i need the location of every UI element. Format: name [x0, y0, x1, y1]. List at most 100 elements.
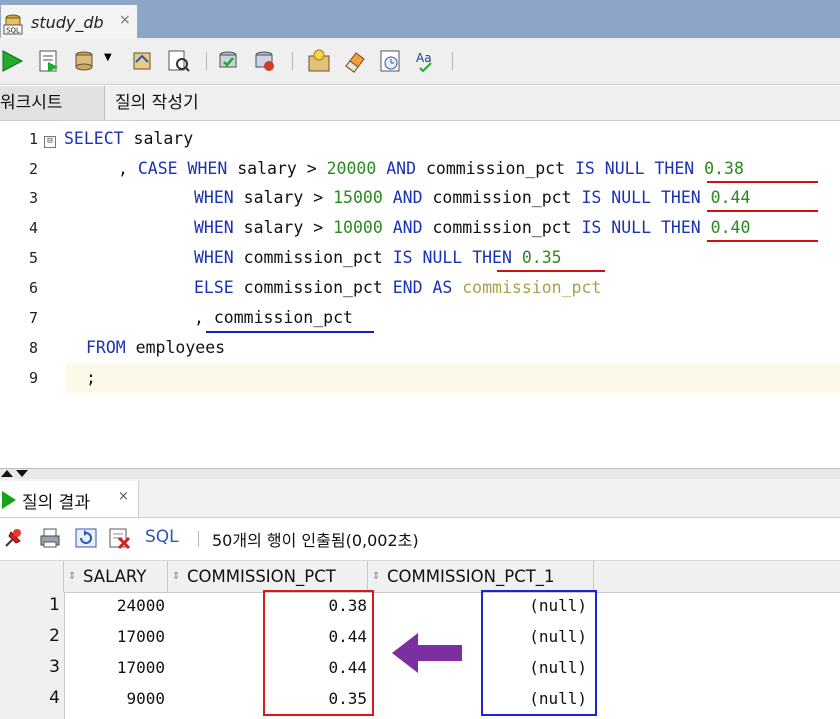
- line-number: 8: [28, 339, 38, 357]
- code-token: IS NULL: [575, 159, 645, 178]
- code-token: , commission_pct: [194, 308, 353, 327]
- close-tab-icon[interactable]: ×: [119, 12, 131, 28]
- delete-icon[interactable]: [108, 526, 132, 550]
- clear-eraser-icon[interactable]: [342, 48, 368, 74]
- code-token: 10000: [333, 218, 383, 237]
- print-icon[interactable]: [38, 526, 62, 550]
- column-header-salary[interactable]: ⇕ SALARY: [64, 561, 168, 592]
- table-row[interactable]: 1 24000 0.38 (null): [0, 590, 840, 621]
- line-number: 2: [28, 160, 38, 178]
- code-line-5: WHEN commission_pct IS NULL THEN 0.35: [194, 248, 562, 267]
- refresh-icon[interactable]: [74, 526, 98, 550]
- code-token: 0.38: [704, 159, 744, 178]
- column-header-commission-pct-1[interactable]: ⇕ COMMISSION_PCT_1: [368, 561, 594, 592]
- tab-worksheet[interactable]: 워크시트: [0, 86, 105, 120]
- pin-icon[interactable]: [2, 526, 26, 550]
- code-token: END AS: [392, 278, 453, 297]
- tab-query-result[interactable]: 질의 결과 ×: [0, 481, 139, 517]
- cell-salary[interactable]: 24000: [64, 590, 165, 621]
- sql-badge-label: SQL: [6, 27, 20, 35]
- code-token: commission_pct: [462, 278, 602, 297]
- tab-query-builder[interactable]: 질의 작성기: [115, 86, 199, 120]
- sql-tuning-icon[interactable]: [252, 48, 278, 74]
- format-text-icon[interactable]: Aa: [414, 48, 440, 74]
- rollback-icon[interactable]: [130, 48, 156, 74]
- code-token: FROM: [86, 338, 126, 357]
- code-token: THEN: [654, 159, 695, 178]
- explain-plan-icon[interactable]: [166, 48, 192, 74]
- code-token: commission_pct: [233, 248, 393, 267]
- toolbar-separator: [292, 52, 293, 70]
- autotrace-icon[interactable]: [216, 48, 242, 74]
- toolbar-separator: [206, 52, 207, 70]
- column-header-commission-pct[interactable]: ⇕ COMMISSION_PCT: [168, 561, 368, 592]
- red-underline: [497, 270, 605, 272]
- unshared-sql-icon[interactable]: [306, 48, 332, 74]
- cell-salary[interactable]: 9000: [64, 683, 165, 714]
- splitter-arrows-icon[interactable]: [0, 468, 30, 478]
- commit-dropdown-icon[interactable]: ▼: [104, 52, 116, 78]
- results-tab-bar: 질의 결과 ×: [0, 479, 840, 518]
- row-number: 1: [49, 595, 60, 615]
- code-token: AND: [392, 188, 423, 207]
- worksheet-tab-study-db[interactable]: SQL study_db ×: [0, 4, 138, 38]
- code-token: 15000: [333, 188, 383, 207]
- code-token: SELECT: [64, 129, 124, 148]
- code-token: salary >: [227, 159, 327, 178]
- sql-editor[interactable]: 1 2 3 4 5 6 7 8 9 ⊟ SELECT salary , CASE…: [0, 122, 840, 468]
- code-token: ELSE: [194, 278, 234, 297]
- history-icon[interactable]: [378, 48, 404, 74]
- code-token: ;: [86, 368, 96, 387]
- line-number: 7: [28, 309, 38, 327]
- code-line-9: ;: [86, 368, 96, 387]
- results-grid-header: ⇕ SALARY ⇕ COMMISSION_PCT ⇕ COMMISSION_PCT_…: [0, 560, 840, 593]
- fold-toggle-icon[interactable]: ⊟: [44, 136, 56, 148]
- worksheet-toolbar: ▼ Aa: [0, 38, 840, 85]
- code-token: IS NULL: [392, 248, 463, 267]
- run-statement-icon[interactable]: [0, 48, 26, 74]
- commit-icon[interactable]: [72, 48, 98, 74]
- sort-icon[interactable]: ⇕: [172, 561, 184, 592]
- code-token: CASE WHEN: [137, 159, 228, 178]
- table-row[interactable]: 4 9000 0.35 (null): [0, 683, 840, 714]
- code-token: salary >: [233, 188, 334, 207]
- worksheet-tab-title: study_db: [31, 13, 104, 32]
- svg-text:Aa: Aa: [416, 51, 432, 65]
- current-line-highlight: [66, 363, 840, 393]
- view-sql-link[interactable]: SQL: [145, 527, 179, 547]
- code-token: 0.35: [521, 248, 562, 267]
- code-token: IS NULL: [581, 188, 652, 207]
- code-token: THEN: [660, 218, 701, 237]
- close-result-tab-icon[interactable]: ×: [118, 489, 129, 504]
- code-token: salary: [123, 129, 194, 148]
- code-token: commission_pct: [422, 218, 582, 237]
- cell-salary[interactable]: 17000: [64, 621, 165, 652]
- column-header-label: COMMISSION_PCT_1: [387, 567, 555, 586]
- sort-icon[interactable]: ⇕: [68, 561, 80, 592]
- sort-icon[interactable]: ⇕: [372, 561, 384, 592]
- code-token: 0.44: [710, 188, 751, 207]
- line-number: 9: [28, 369, 38, 387]
- run-script-icon[interactable]: [36, 48, 62, 74]
- cell-salary[interactable]: 17000: [64, 652, 165, 683]
- code-line-3: WHEN salary > 15000 AND commission_pct I…: [194, 188, 750, 207]
- line-number: 6: [28, 279, 38, 297]
- line-number: 3: [28, 189, 38, 207]
- row-number: 3: [49, 657, 60, 677]
- sql-file-icon: SQL: [3, 14, 23, 35]
- query-result-tab-label: 질의 결과: [22, 493, 90, 513]
- purple-arrow-icon: [392, 633, 462, 673]
- editor-tab-bar: SQL study_db ×: [0, 0, 840, 38]
- fetch-status-text: 50개의 행이 인출됨(0,002초): [212, 531, 419, 550]
- code-token: 0.40: [710, 218, 751, 237]
- code-token: AND: [386, 159, 417, 178]
- toolbar-separator: [452, 52, 453, 70]
